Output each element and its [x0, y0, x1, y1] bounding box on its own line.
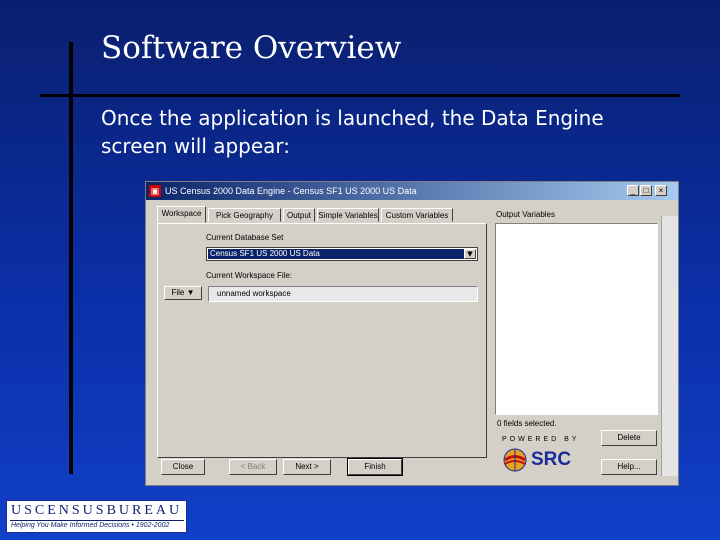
current-workspace-label: Current Workspace File: [206, 271, 293, 280]
finish-button[interactable]: Finish [347, 458, 403, 476]
window-title: US Census 2000 Data Engine - Census SF1 … [165, 186, 417, 196]
back-button[interactable]: < Back [229, 459, 277, 475]
fields-selected-status: 0 fields selected. [497, 419, 557, 428]
body-line-1: Once the application is launched, the Da… [101, 106, 604, 130]
src-logo-text: SRC [531, 449, 572, 470]
data-engine-window: ▣ US Census 2000 Data Engine - Census SF… [145, 181, 679, 486]
census-bureau-logo: USCENSUSBUREAU Helping You Make Informed… [6, 500, 187, 533]
logo-tagline: Helping You Make Informed Decisions • 19… [11, 522, 170, 529]
output-variables-list[interactable] [495, 223, 658, 415]
help-button[interactable]: Help... [601, 459, 657, 475]
workspace-file-field: unnamed workspace [208, 286, 478, 302]
chevron-down-icon[interactable]: ▼ [464, 249, 476, 259]
minimize-button[interactable]: _ [627, 185, 639, 196]
current-database-label: Current Database Set [206, 233, 284, 242]
next-button[interactable]: Next > [283, 459, 331, 475]
slide: { "slide": { "title": "Software Overview… [0, 0, 720, 540]
tab-pick-geography[interactable]: Pick Geography [208, 208, 281, 222]
powered-by-src-logo: POWERED BY SRC [496, 433, 586, 481]
delete-button[interactable]: Delete [601, 430, 657, 446]
logo-wordmark: USCENSUSBUREAU [11, 503, 183, 518]
database-select-value: Census SF1 US 2000 US Data [208, 249, 465, 259]
database-select[interactable]: Census SF1 US 2000 US Data ▼ [206, 247, 478, 261]
close-window-button[interactable]: × [655, 185, 667, 196]
slide-title: Software Overview [101, 30, 402, 66]
file-menu-button[interactable]: File ▼ [164, 286, 202, 300]
window-titlebar[interactable]: ▣ US Census 2000 Data Engine - Census SF… [146, 182, 678, 200]
maximize-button[interactable]: □ [640, 185, 652, 196]
tab-simple-variables[interactable]: Simple Variables [317, 208, 379, 222]
decorative-horizontal-rule [40, 94, 680, 97]
window-side-strip [661, 216, 678, 476]
tab-custom-variables[interactable]: Custom Variables [381, 208, 453, 222]
powered-by-text: POWERED BY [502, 436, 580, 443]
slide-body: Once the application is launched, the Da… [101, 104, 701, 160]
app-icon: ▣ [149, 185, 161, 197]
tab-workspace[interactable]: Workspace [157, 206, 206, 223]
body-line-2: screen will appear: [101, 134, 291, 158]
logo-divider [10, 520, 184, 521]
close-button[interactable]: Close [161, 459, 205, 475]
tab-output[interactable]: Output [283, 208, 315, 222]
output-variables-label: Output Variables [496, 210, 555, 219]
decorative-vertical-rule [69, 42, 73, 474]
src-globe-icon [503, 448, 527, 472]
